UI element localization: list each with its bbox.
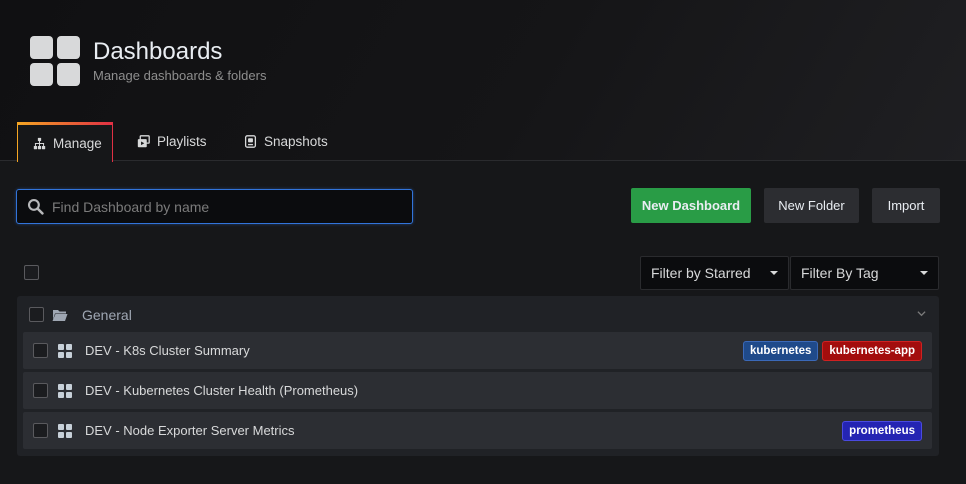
- tab-snapshots[interactable]: Snapshots: [244, 122, 328, 161]
- caret-down-icon: [770, 271, 778, 275]
- tag-badge[interactable]: kubernetes-app: [822, 341, 922, 361]
- page-title: Dashboards: [93, 38, 223, 65]
- folder-open-icon: [52, 309, 68, 321]
- folder-checkbox[interactable]: [29, 307, 44, 322]
- tab-manage[interactable]: Manage: [17, 122, 113, 163]
- dashboard-icon: [58, 343, 72, 358]
- tag-badge[interactable]: prometheus: [842, 421, 922, 441]
- row-checkbox[interactable]: [33, 343, 48, 358]
- playlists-icon: [137, 135, 150, 148]
- import-button[interactable]: Import: [872, 188, 940, 223]
- tab-manage-label: Manage: [53, 136, 102, 151]
- filter-by-tag-select[interactable]: Filter By Tag: [790, 256, 939, 290]
- row-checkbox[interactable]: [33, 383, 48, 398]
- sitemap-icon: [33, 137, 46, 150]
- dashboard-list: General DEV - K8s Cluster Summary kubern…: [17, 296, 939, 456]
- chevron-down-icon[interactable]: [917, 309, 926, 318]
- new-dashboard-button[interactable]: New Dashboard: [631, 188, 751, 223]
- search-icon: [27, 198, 44, 215]
- caret-down-icon: [920, 271, 928, 275]
- tag-list: prometheus: [842, 421, 922, 441]
- filter-by-starred-select[interactable]: Filter by Starred: [640, 256, 789, 290]
- page-subtitle: Manage dashboards & folders: [93, 68, 267, 83]
- dashboard-name: DEV - Node Exporter Server Metrics: [85, 423, 295, 438]
- dashboards-logo-icon: [30, 36, 80, 86]
- row-checkbox[interactable]: [33, 423, 48, 438]
- tab-snapshots-label: Snapshots: [264, 134, 328, 149]
- list-item[interactable]: DEV - K8s Cluster Summary kubernetes kub…: [23, 332, 932, 369]
- tab-playlists[interactable]: Playlists: [137, 122, 207, 161]
- dashboard-name: DEV - Kubernetes Cluster Health (Prometh…: [85, 383, 359, 398]
- folder-name: General: [82, 306, 132, 323]
- page-header: Dashboards Manage dashboards & folders M…: [0, 0, 966, 163]
- filter-by-tag-label: Filter By Tag: [801, 265, 879, 281]
- folder-row-general[interactable]: General: [17, 296, 939, 333]
- filter-by-starred-label: Filter by Starred: [651, 265, 751, 281]
- search-box[interactable]: [16, 189, 413, 224]
- tag-badge[interactable]: kubernetes: [743, 341, 819, 361]
- tag-list: kubernetes kubernetes-app: [743, 341, 922, 361]
- tab-playlists-label: Playlists: [157, 134, 207, 149]
- snapshots-icon: [244, 135, 257, 148]
- select-all-checkbox[interactable]: [24, 265, 39, 280]
- new-folder-button[interactable]: New Folder: [764, 188, 859, 223]
- list-item[interactable]: DEV - Kubernetes Cluster Health (Prometh…: [23, 372, 932, 409]
- dashboard-name: DEV - K8s Cluster Summary: [85, 343, 250, 358]
- search-input[interactable]: [52, 198, 392, 215]
- dashboard-icon: [58, 383, 72, 398]
- dashboards-page: Dashboards Manage dashboards & folders M…: [0, 0, 966, 484]
- list-item[interactable]: DEV - Node Exporter Server Metrics prome…: [23, 412, 932, 449]
- dashboard-icon: [58, 423, 72, 438]
